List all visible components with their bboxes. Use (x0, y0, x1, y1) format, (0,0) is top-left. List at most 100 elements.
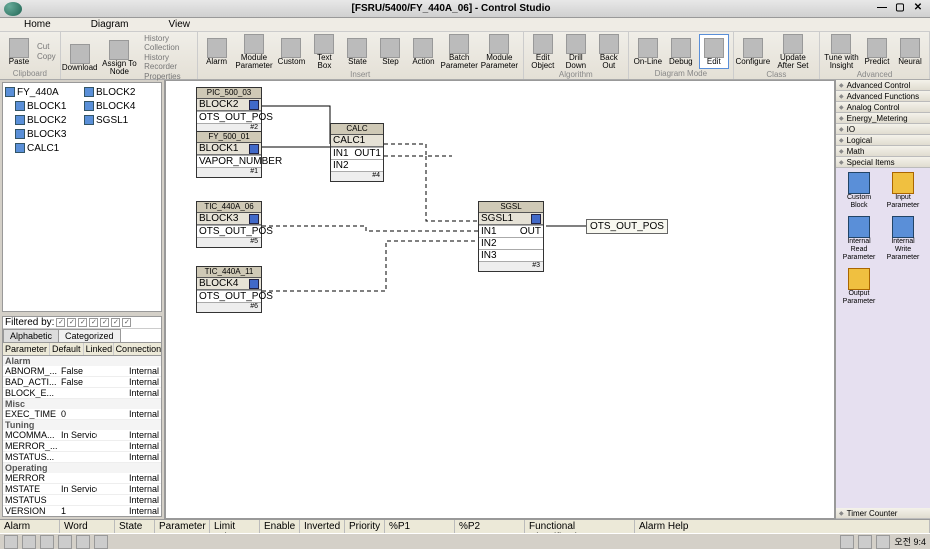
tree-root[interactable]: FY_440A (5, 85, 80, 99)
module-tree[interactable]: FY_440A BLOCK1 BLOCK2 BLOCK3 CALC1 BLOCK… (2, 82, 162, 312)
filter-check[interactable]: ✓ (122, 318, 131, 327)
taskbar-app-icon[interactable] (76, 535, 90, 549)
param-row[interactable]: VERSION1Internal (3, 506, 161, 517)
step-button[interactable]: Step (375, 34, 405, 70)
block-tic440-11[interactable]: TIC_440A_11 BLOCK4 OTS_OUT_POS #6 (196, 266, 262, 313)
status-alarm: Alarm (0, 520, 60, 533)
tree-item[interactable]: BLOCK2 (84, 85, 159, 99)
drill-down-button[interactable]: Drill Down (561, 34, 591, 70)
menu-view[interactable]: View (168, 19, 190, 30)
download-button[interactable]: Download (65, 34, 95, 81)
module-param2-button[interactable]: Module Parameter (480, 34, 519, 70)
cut-button[interactable]: Cut (37, 42, 56, 51)
palette-item-output[interactable]: Output Parameter (840, 268, 878, 306)
assign-button[interactable]: Assign To Node (98, 34, 141, 81)
debug-button[interactable]: Debug (666, 34, 696, 69)
tree-item[interactable]: BLOCK4 (84, 99, 159, 113)
block-fy500[interactable]: FY_500_01 BLOCK1 VAPOR_NUMBER #1 (196, 131, 262, 178)
minimize-button[interactable]: — (874, 2, 890, 16)
palette-category-timer[interactable]: Timer Counter (836, 508, 930, 519)
tray-icon[interactable] (840, 535, 854, 549)
tray-icon[interactable] (876, 535, 890, 549)
param-row[interactable]: BAD_ACTI...FalseInternal (3, 377, 161, 388)
tree-item[interactable]: CALC1 (5, 141, 80, 155)
param-row[interactable]: EXEC_TIME0Internal (3, 409, 161, 420)
taskbar-app-icon[interactable] (22, 535, 36, 549)
edit-object-button[interactable]: Edit Object (528, 34, 558, 70)
action-button[interactable]: Action (408, 34, 438, 70)
taskbar-app-icon[interactable] (58, 535, 72, 549)
block-calc[interactable]: CALC CALC1 IN1OUT1 IN2 #4 (330, 123, 384, 182)
paste-button[interactable]: Paste (4, 34, 34, 69)
history-collection-button[interactable]: History Collection (144, 34, 192, 52)
filter-check[interactable]: ✓ (78, 318, 87, 327)
taskbar-app-icon[interactable] (94, 535, 108, 549)
taskbar-app-icon[interactable] (4, 535, 18, 549)
tab-alphabetic[interactable]: Alphabetic (3, 329, 59, 342)
tray-icon[interactable] (858, 535, 872, 549)
param-row[interactable]: MSTATEIn ServiceInternal (3, 484, 161, 495)
filter-check[interactable]: ✓ (56, 318, 65, 327)
palette-category[interactable]: IO (836, 124, 930, 135)
output-param[interactable]: OTS_OUT_POS (586, 219, 668, 234)
close-button[interactable]: ✕ (910, 2, 926, 16)
configure-button[interactable]: Configure (738, 34, 768, 70)
module-param2-icon (489, 34, 509, 54)
module-param-button[interactable]: Module Parameter (235, 34, 274, 70)
palette-category[interactable]: Energy_Metering (836, 113, 930, 124)
history-recorder-button[interactable]: History Recorder (144, 53, 192, 71)
tune-button[interactable]: Tune with Insight (824, 34, 859, 70)
input-param-icon (892, 172, 914, 194)
edit-mode-button[interactable]: Edit (699, 34, 729, 69)
back-out-button[interactable]: Back Out (594, 34, 624, 70)
diagram-canvas[interactable]: PIC_500_03 BLOCK2 OTS_OUT_POS #2 FY_500_… (165, 80, 835, 519)
palette-category[interactable]: Analog Control (836, 102, 930, 113)
param-row[interactable]: MSTATUS...Internal (3, 452, 161, 463)
param-group[interactable]: Tuning (3, 420, 161, 430)
param-group[interactable]: Operating (3, 463, 161, 473)
palette-category[interactable]: Advanced Functions (836, 91, 930, 102)
palette-category[interactable]: Logical (836, 135, 930, 146)
online-button[interactable]: On-Line (633, 34, 663, 69)
tree-item[interactable]: SGSL1 (84, 113, 159, 127)
filter-check[interactable]: ✓ (111, 318, 120, 327)
tree-item[interactable]: BLOCK2 (5, 113, 80, 127)
alarm-button[interactable]: Alarm (202, 34, 232, 70)
block-tic440-06[interactable]: TIC_440A_06 BLOCK3 OTS_OUT_POS #5 (196, 201, 262, 248)
state-button[interactable]: State (342, 34, 372, 70)
menu-diagram[interactable]: Diagram (91, 19, 129, 30)
param-row[interactable]: MSTATUSInternal (3, 495, 161, 506)
palette-item-input-param[interactable]: Input Parameter (884, 172, 922, 210)
palette-item-iread[interactable]: Internal Read Parameter (840, 216, 878, 262)
custom-button[interactable]: Custom (276, 34, 306, 70)
filter-check[interactable]: ✓ (67, 318, 76, 327)
param-row[interactable]: ABNORM_...FalseInternal (3, 366, 161, 377)
palette-item-custom-block[interactable]: Custom Block (840, 172, 878, 210)
update-button[interactable]: Update After Set (771, 34, 815, 70)
param-row[interactable]: MERROR_...Internal (3, 441, 161, 452)
param-group[interactable]: Alarm (3, 356, 161, 366)
tree-item[interactable]: BLOCK3 (5, 127, 80, 141)
textbox-button[interactable]: Text Box (309, 34, 339, 70)
param-group[interactable]: Misc (3, 399, 161, 409)
filter-check[interactable]: ✓ (100, 318, 109, 327)
tree-item[interactable]: BLOCK1 (5, 99, 80, 113)
param-row[interactable]: BLOCK_E...Internal (3, 388, 161, 399)
menu-home[interactable]: Home (24, 19, 51, 30)
palette-category[interactable]: Special Items (836, 157, 930, 168)
maximize-button[interactable]: ▢ (892, 2, 908, 16)
copy-button[interactable]: Copy (37, 52, 56, 61)
predict-button[interactable]: Predict (862, 34, 892, 70)
block-pic500[interactable]: PIC_500_03 BLOCK2 OTS_OUT_POS #2 (196, 87, 262, 134)
block-sgsl[interactable]: SGSL SGSL1 IN1OUT IN2 IN3 #3 (478, 201, 544, 272)
palette-category[interactable]: Advanced Control (836, 80, 930, 91)
neural-button[interactable]: Neural (895, 34, 925, 70)
palette-category[interactable]: Math (836, 146, 930, 157)
batch-param-button[interactable]: Batch Parameter (441, 34, 476, 70)
tab-categorized[interactable]: Categorized (58, 329, 121, 342)
param-row[interactable]: MCOMMA...In ServiceInternal (3, 430, 161, 441)
param-row[interactable]: MERRORInternal (3, 473, 161, 484)
taskbar-app-icon[interactable] (40, 535, 54, 549)
palette-item-iwrite[interactable]: Internal Write Parameter (884, 216, 922, 262)
filter-check[interactable]: ✓ (89, 318, 98, 327)
